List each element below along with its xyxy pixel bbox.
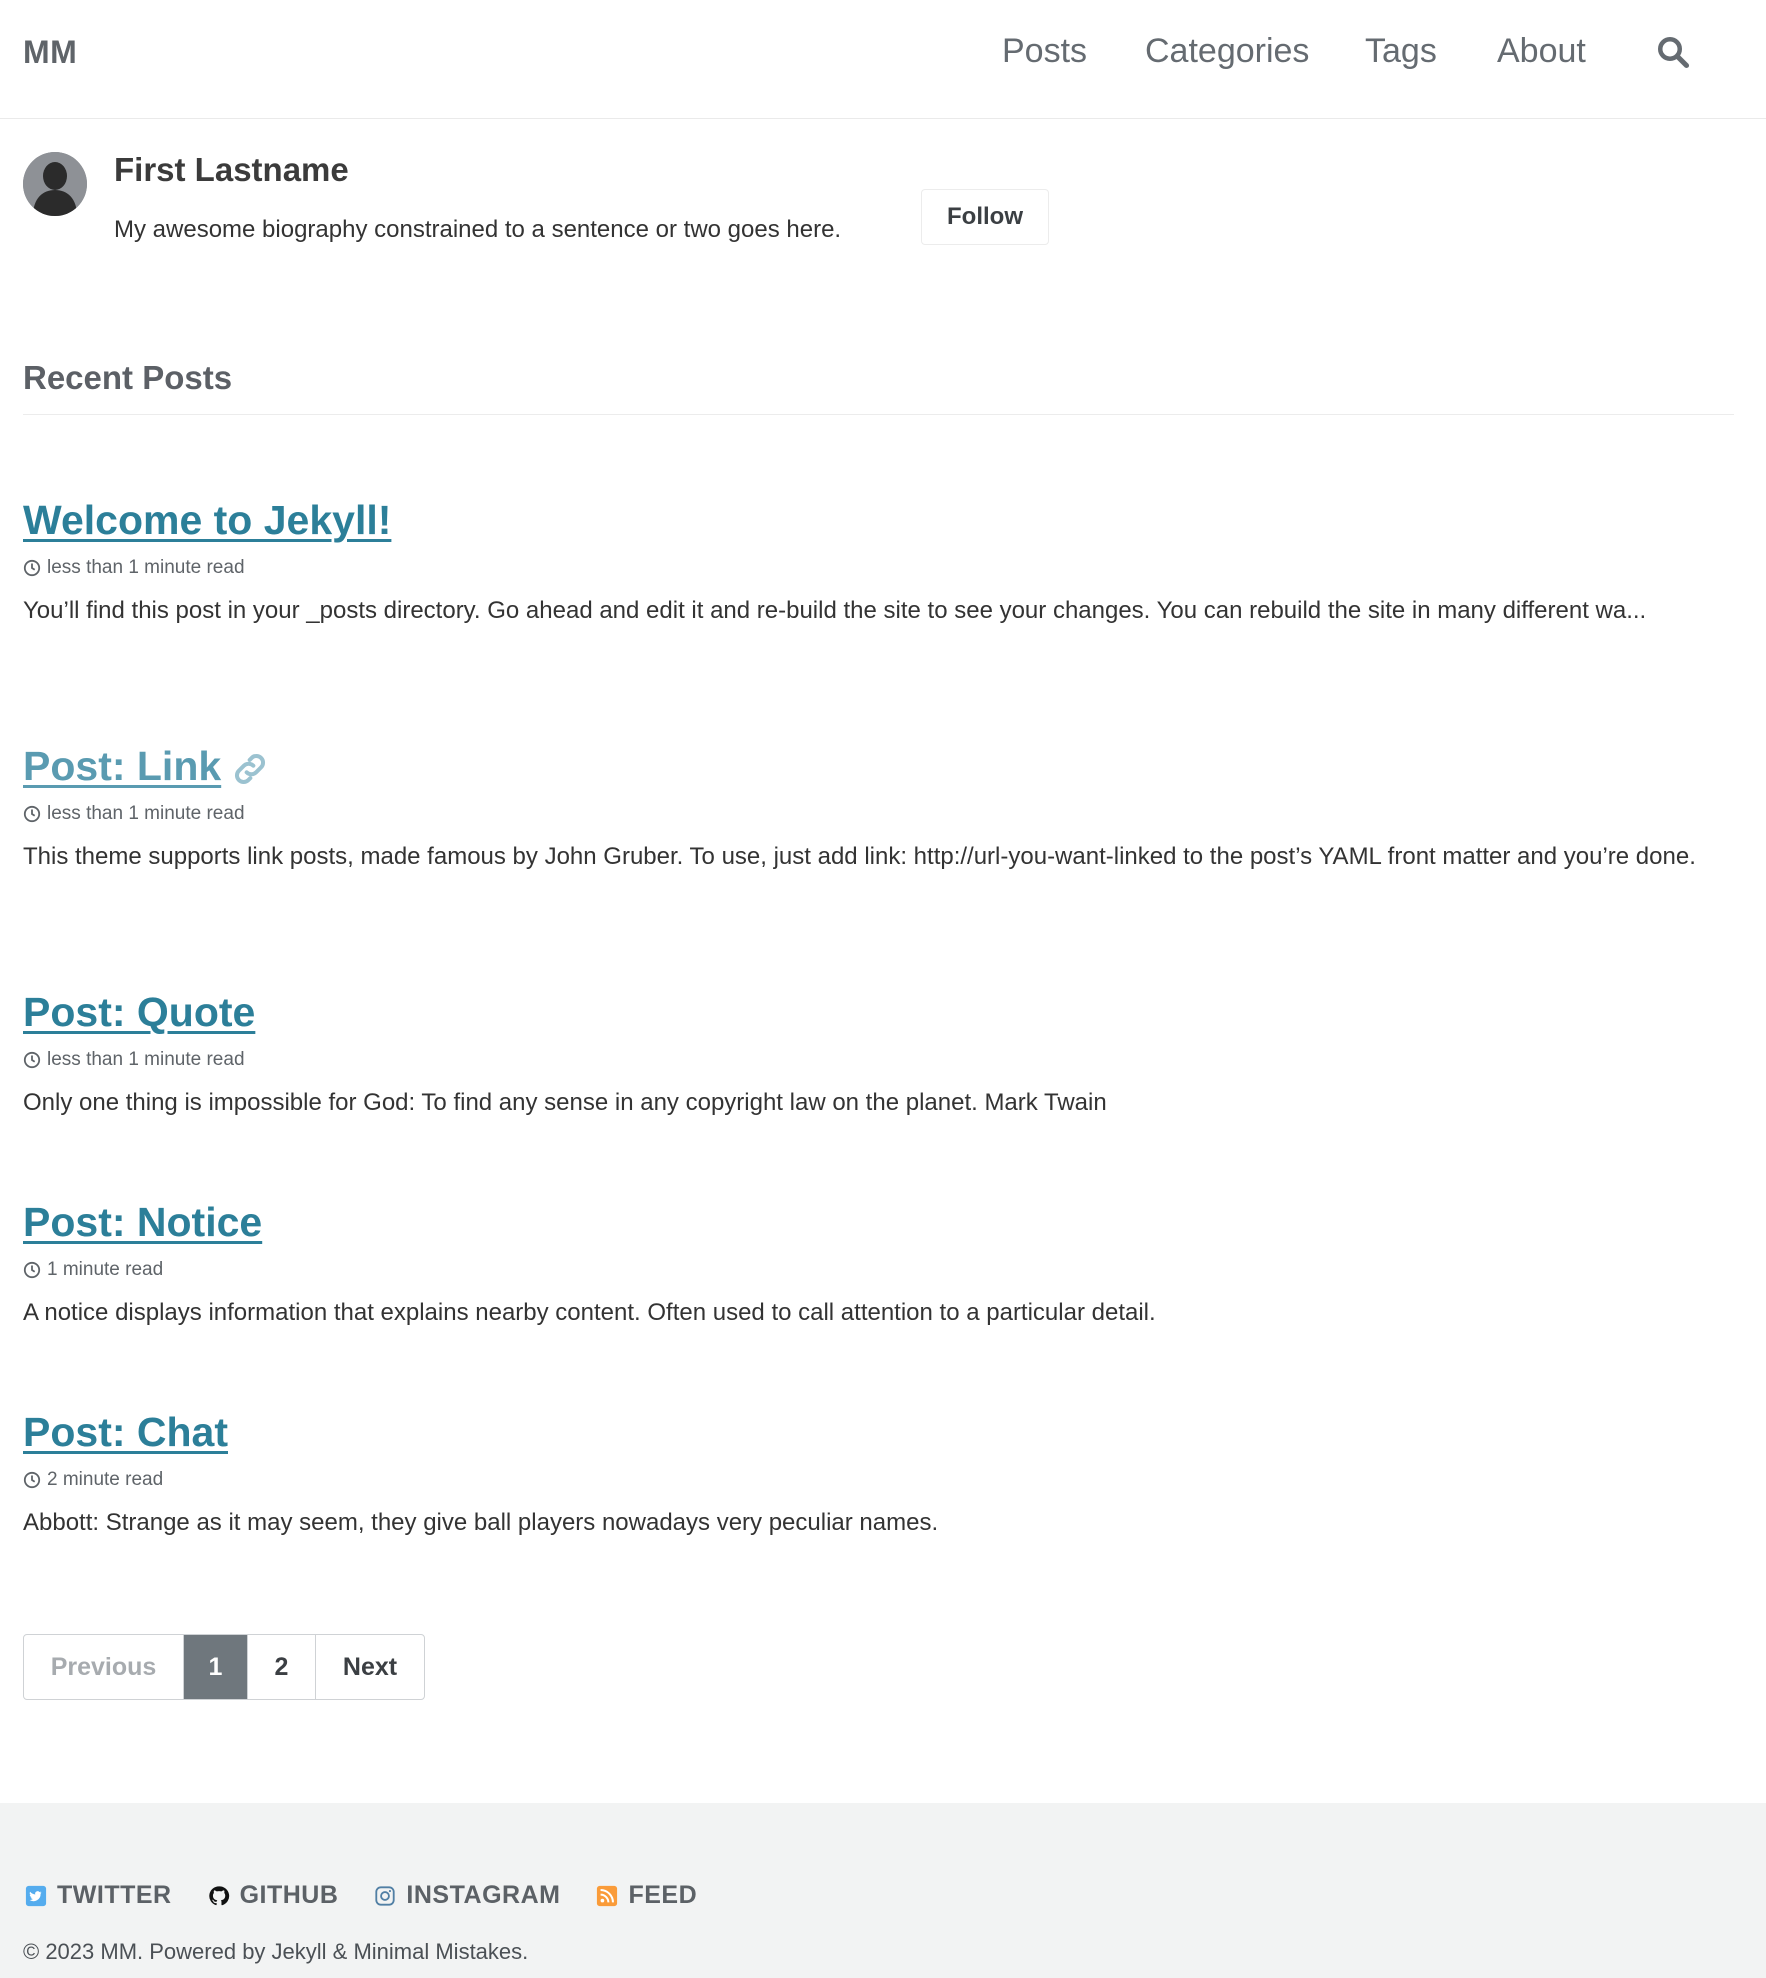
footer-link-instagram[interactable]: INSTAGRAM (374, 1881, 560, 1910)
post-item: Welcome to Jekyll! less than 1 minute re… (23, 497, 1734, 629)
author-name: First Lastname (114, 151, 349, 188)
post-item: Post: Quote less than 1 minute read Only… (23, 989, 1734, 1121)
masthead: MM Posts Categories Tags About (0, 0, 1766, 119)
post-excerpt: A notice displays information that expla… (23, 1299, 1156, 1326)
twitter-icon (25, 1885, 47, 1906)
footer-link-label: GITHUB (239, 1881, 339, 1909)
footer-link-feed[interactable]: FEED (596, 1881, 697, 1910)
person-silhouette-icon (23, 152, 87, 216)
post-read-time: less than 1 minute read (47, 1049, 245, 1070)
post-title-link[interactable]: Welcome to Jekyll! (23, 497, 1734, 544)
nav-link-about[interactable]: About (1497, 32, 1586, 71)
section-divider (23, 414, 1734, 415)
author-bio: My awesome biography constrained to a se… (114, 216, 842, 243)
link-icon (235, 754, 266, 785)
clock-icon (23, 1051, 41, 1069)
post-excerpt: Abbott: Strange as it may seem, they giv… (23, 1509, 939, 1536)
post-meta: less than 1 minute read (23, 1049, 1734, 1071)
footer-copyright: © 2023 MM. Powered by Jekyll & Minimal M… (23, 1939, 529, 1964)
pagination: Previous 1 2 Next (23, 1634, 425, 1700)
post-title-text: Post: Link (23, 743, 222, 789)
rss-icon (597, 1885, 618, 1906)
post-title-link[interactable]: Post: Notice (23, 1199, 1734, 1246)
recent-posts-title: Recent Posts (23, 359, 233, 396)
footer-link-github[interactable]: GITHUB (208, 1881, 339, 1910)
post-meta: less than 1 minute read (23, 557, 1734, 579)
post-read-time: 2 minute read (47, 1469, 164, 1490)
clock-icon (23, 805, 41, 823)
site-title-link[interactable]: MM (23, 34, 77, 71)
github-icon (208, 1885, 229, 1905)
post-read-time: less than 1 minute read (47, 557, 245, 578)
clock-icon (23, 1471, 41, 1489)
footer-link-label: FEED (628, 1881, 698, 1909)
nav-link-tags[interactable]: Tags (1365, 32, 1437, 71)
search-icon (1658, 37, 1690, 69)
footer-link-label: INSTAGRAM (406, 1881, 561, 1909)
footer-follow-links: TWITTER GITHUB INSTAGRAM FEED (25, 1881, 733, 1910)
search-button[interactable] (1655, 34, 1695, 74)
post-item: Post: Link less than 1 minute read This … (23, 743, 1734, 875)
pagination-previous[interactable]: Previous (24, 1635, 184, 1699)
clock-icon (23, 1261, 41, 1279)
instagram-icon (375, 1885, 396, 1906)
post-title-link[interactable]: Post: Chat (23, 1409, 1734, 1456)
post-read-time: less than 1 minute read (47, 803, 245, 824)
post-title-link[interactable]: Post: Link (23, 743, 1734, 790)
follow-button[interactable]: Follow (921, 189, 1049, 245)
post-title-link[interactable]: Post: Quote (23, 989, 1734, 1036)
post-excerpt: This theme supports link posts, made fam… (23, 843, 1696, 870)
nav-link-categories[interactable]: Categories (1145, 32, 1309, 71)
post-excerpt: You’ll find this post in your _posts dir… (23, 597, 1647, 624)
nav-link-posts[interactable]: Posts (1002, 32, 1087, 71)
pagination-page-1[interactable]: 1 (184, 1635, 248, 1699)
clock-icon (23, 559, 41, 577)
post-item: Post: Chat 2 minute read Abbott: Strange… (23, 1409, 1734, 1541)
footer-link-twitter[interactable]: TWITTER (25, 1881, 172, 1910)
post-item: Post: Notice 1 minute read A notice disp… (23, 1199, 1734, 1331)
post-meta: 2 minute read (23, 1469, 1734, 1491)
pagination-page-2[interactable]: 2 (248, 1635, 316, 1699)
page-footer: TWITTER GITHUB INSTAGRAM FEED © 2023 MM.… (0, 1803, 1766, 1978)
post-read-time: 1 minute read (47, 1259, 164, 1280)
footer-link-label: TWITTER (57, 1881, 172, 1909)
post-excerpt: Only one thing is impossible for God: To… (23, 1089, 1107, 1116)
post-meta: 1 minute read (23, 1259, 1734, 1281)
post-meta: less than 1 minute read (23, 803, 1734, 825)
author-avatar (23, 152, 87, 216)
pagination-next[interactable]: Next (316, 1635, 424, 1699)
